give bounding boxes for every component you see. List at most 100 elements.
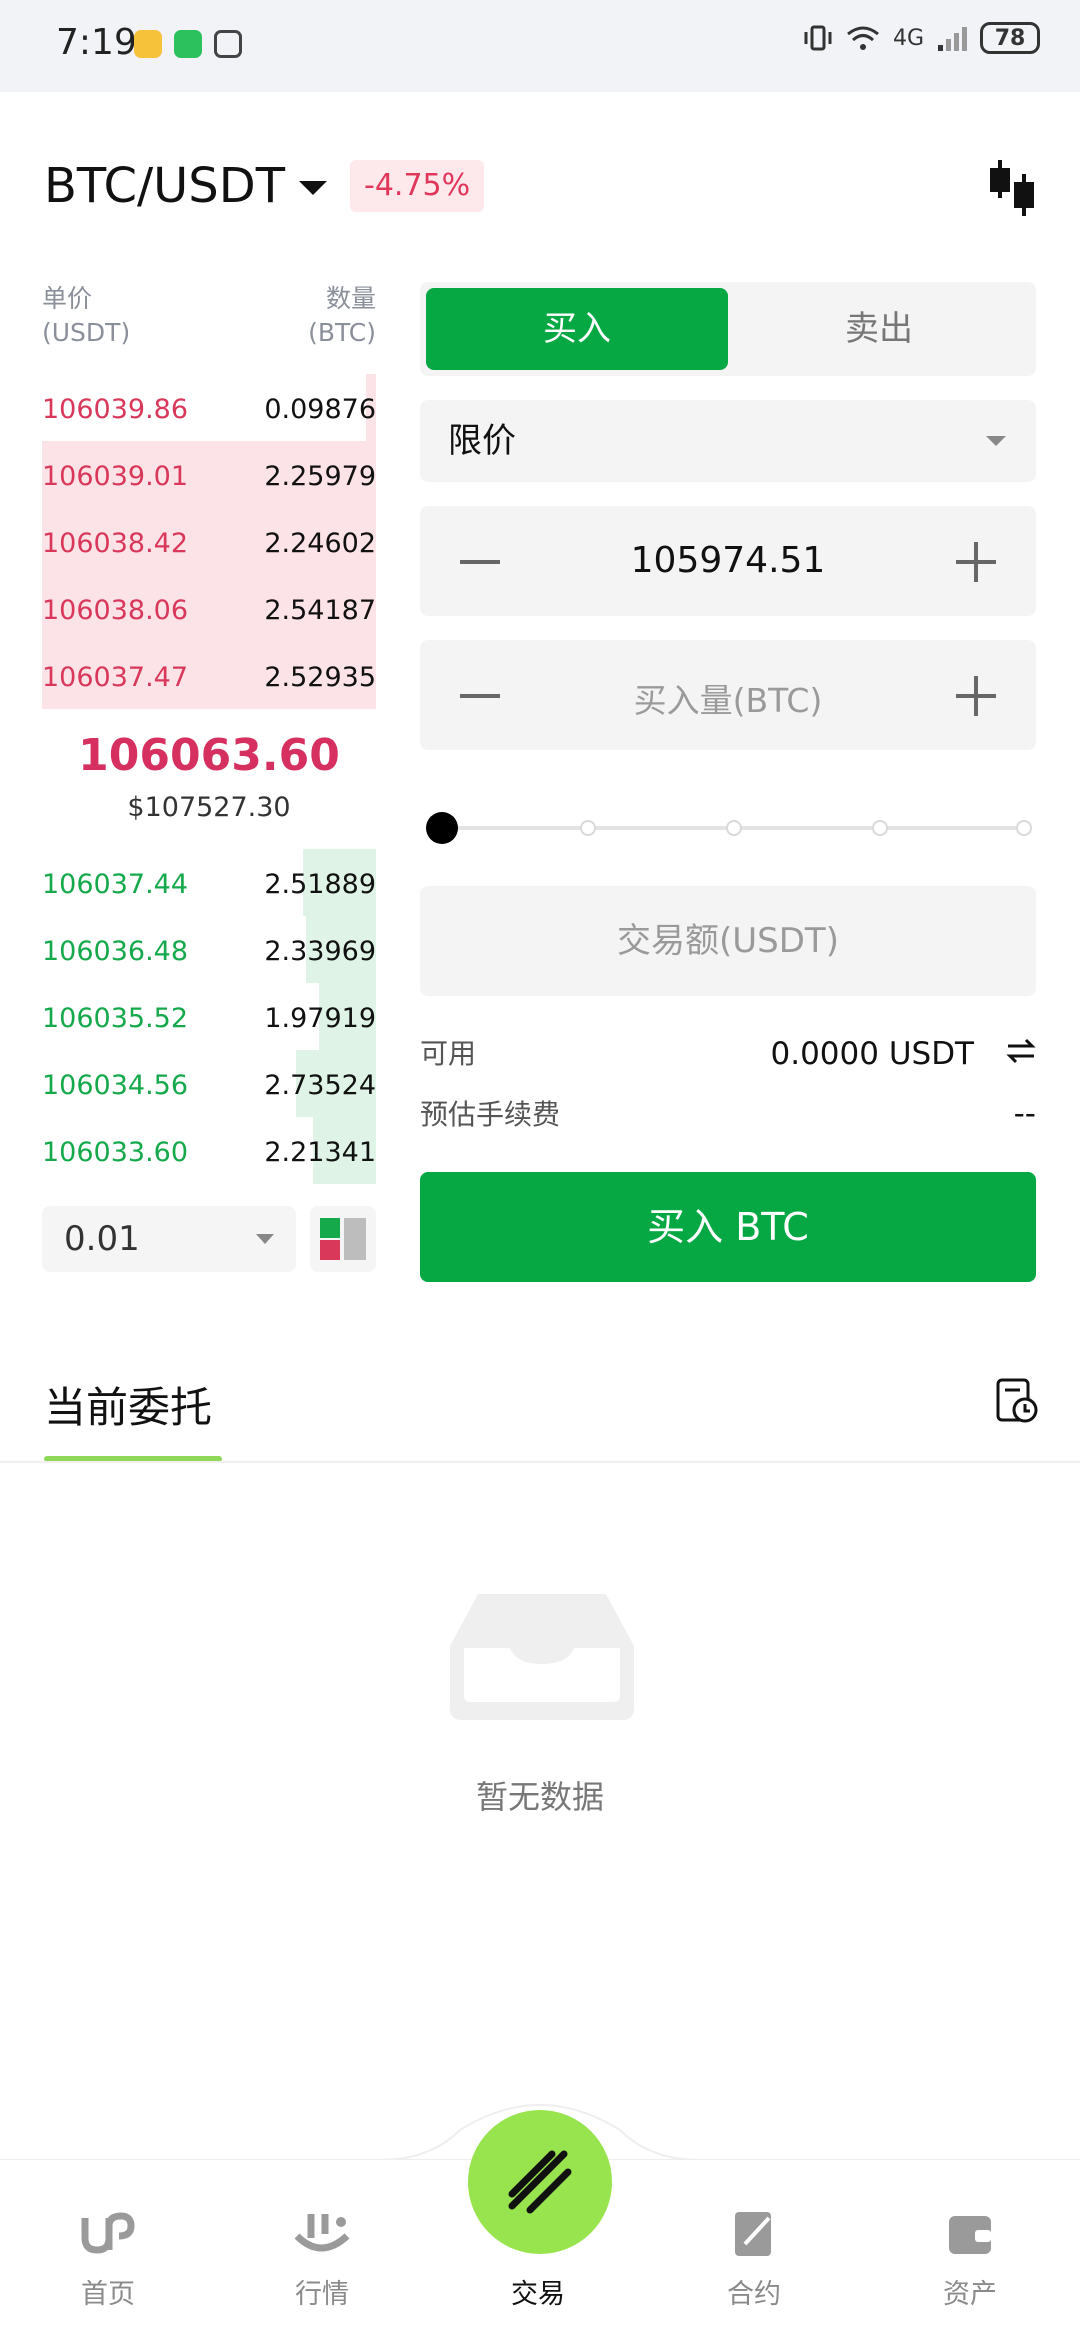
ask-qty: 2.24602	[264, 528, 376, 559]
wifi-icon	[847, 26, 879, 50]
caret-down-icon	[256, 1234, 274, 1244]
price-input[interactable]: 105974.51	[520, 540, 936, 581]
ask-row[interactable]: 106039.86 0.09876	[42, 374, 376, 441]
ask-qty: 2.54187	[264, 595, 376, 626]
divider	[0, 1461, 1080, 1463]
order-type-select[interactable]: 限价	[420, 400, 1036, 482]
available-label: 可用	[420, 1037, 477, 1070]
slider-tick-100[interactable]	[1016, 820, 1032, 836]
battery-icon: 78	[980, 22, 1040, 54]
ask-price: 106038.42	[42, 528, 189, 559]
nav-trade[interactable]: 交易	[468, 2208, 608, 2311]
nav-label: 合约	[727, 2279, 781, 2310]
fee-label: 预估手续费	[420, 1098, 561, 1131]
amount-stepper: 买入量(BTC)	[420, 640, 1036, 750]
bid-row[interactable]: 106036.48 2.33969	[42, 916, 376, 983]
ask-row[interactable]: 106037.47 2.52935	[42, 642, 376, 709]
ask-row[interactable]: 106038.42 2.24602	[42, 508, 376, 575]
nav-market[interactable]: 行情	[252, 2208, 392, 2311]
precision-select[interactable]: 0.01	[42, 1206, 296, 1272]
bid-price: 106035.52	[42, 1003, 189, 1034]
price-stepper: 105974.51	[420, 506, 1036, 616]
pair-selector[interactable]: BTC/USDT	[44, 158, 328, 214]
caret-down-icon	[986, 436, 1006, 446]
wallet-icon	[949, 2216, 991, 2254]
nav-label: 交易	[511, 2279, 565, 2310]
bid-row[interactable]: 106034.56 2.73524	[42, 1050, 376, 1117]
orderbook-qty-header: 数量 (BTC)	[308, 282, 376, 350]
transfer-icon[interactable]	[1004, 1034, 1038, 1068]
bid-row[interactable]: 106037.44 2.51889	[42, 849, 376, 916]
tab-open-orders[interactable]: 当前委托	[44, 1374, 212, 1435]
orderbook-price-header: 单价 (USDT)	[42, 282, 130, 350]
order-type-value: 限价	[448, 421, 516, 461]
ask-qty: 2.52935	[264, 662, 376, 693]
slider-tick-50[interactable]	[726, 820, 742, 836]
bid-price: 106036.48	[42, 936, 189, 967]
side-toggle: 买入 卖出	[420, 282, 1036, 376]
nav-label: 行情	[295, 2279, 349, 2310]
depth-layout-icon[interactable]	[310, 1206, 376, 1272]
message-notification-icon	[134, 30, 162, 58]
qty-header-label: 数量	[325, 284, 376, 313]
ask-price: 106039.01	[42, 461, 189, 492]
amount-slider-handle[interactable]	[426, 812, 458, 844]
slider-tick-75[interactable]	[872, 820, 888, 836]
empty-state-text: 暂无数据	[475, 1778, 604, 1816]
order-history-icon[interactable]	[994, 1376, 1040, 1426]
status-icons: 4G 78	[803, 22, 1040, 54]
minus-icon[interactable]	[460, 560, 500, 564]
nav-trade-spacer	[509, 2208, 567, 2260]
plus-icon-vertical[interactable]	[974, 542, 978, 582]
ask-price: 106037.47	[42, 662, 189, 693]
candlestick-icon[interactable]	[986, 158, 1040, 218]
network-type: 4G	[892, 25, 924, 51]
wechat-notification-icon	[174, 30, 202, 58]
ask-qty: 0.09876	[264, 394, 376, 425]
bid-row[interactable]: 106035.52 1.97919	[42, 983, 376, 1050]
tab-sell[interactable]: 卖出	[728, 288, 1030, 370]
total-input[interactable]: 交易额(USDT)	[420, 886, 1036, 996]
ask-price: 106039.86	[42, 394, 189, 425]
tab-buy[interactable]: 买入	[426, 288, 728, 370]
minus-icon[interactable]	[460, 694, 500, 698]
bid-price: 106033.60	[42, 1137, 189, 1168]
contract-icon	[735, 2212, 771, 2256]
empty-inbox-icon	[450, 1594, 634, 1720]
bid-qty: 1.97919	[264, 1003, 376, 1034]
market-icon	[294, 2214, 350, 2252]
nav-assets[interactable]: 资产	[900, 2208, 1040, 2311]
nav-home[interactable]: 首页	[38, 2208, 178, 2311]
bid-qty: 2.73524	[264, 1070, 376, 1101]
price-header-unit: (USDT)	[42, 318, 131, 347]
bid-price: 106034.56	[42, 1070, 189, 1101]
plus-icon-vertical[interactable]	[974, 676, 978, 716]
nav-contract[interactable]: 合约	[684, 2208, 824, 2311]
fee-value: --	[1013, 1096, 1036, 1132]
ask-qty: 2.25979	[264, 461, 376, 492]
ask-row[interactable]: 106038.06 2.54187	[42, 575, 376, 642]
signal-icon	[938, 27, 967, 51]
bid-row[interactable]: 106033.60 2.21341	[42, 1117, 376, 1184]
precision-value: 0.01	[64, 1219, 140, 1259]
ask-row[interactable]: 106039.01 2.25979	[42, 441, 376, 508]
pair-label: BTC/USDT	[44, 158, 286, 214]
status-bar: 7:19 4G 78	[0, 0, 1080, 92]
amount-input[interactable]: 买入量(BTC)	[520, 674, 936, 722]
bid-qty: 2.51889	[264, 869, 376, 900]
ask-price: 106038.06	[42, 595, 189, 626]
qty-header-unit: (BTC)	[308, 318, 376, 347]
submit-buy-button[interactable]: 买入 BTC	[420, 1172, 1036, 1282]
caret-down-icon	[299, 181, 328, 195]
bid-price: 106037.44	[42, 869, 189, 900]
vibrate-icon	[804, 25, 832, 51]
nav-label: 首页	[81, 2279, 135, 2310]
bid-qty: 2.21341	[264, 1137, 376, 1168]
nfc-icon	[214, 30, 242, 58]
slider-tick-25[interactable]	[580, 820, 596, 836]
available-value: 0.0000 USDT	[770, 1036, 975, 1072]
last-price: 106063.60	[78, 730, 340, 781]
status-time: 7:19	[56, 22, 137, 63]
price-header-label: 单价	[42, 284, 93, 313]
last-price-fiat: $107527.30	[127, 792, 291, 823]
